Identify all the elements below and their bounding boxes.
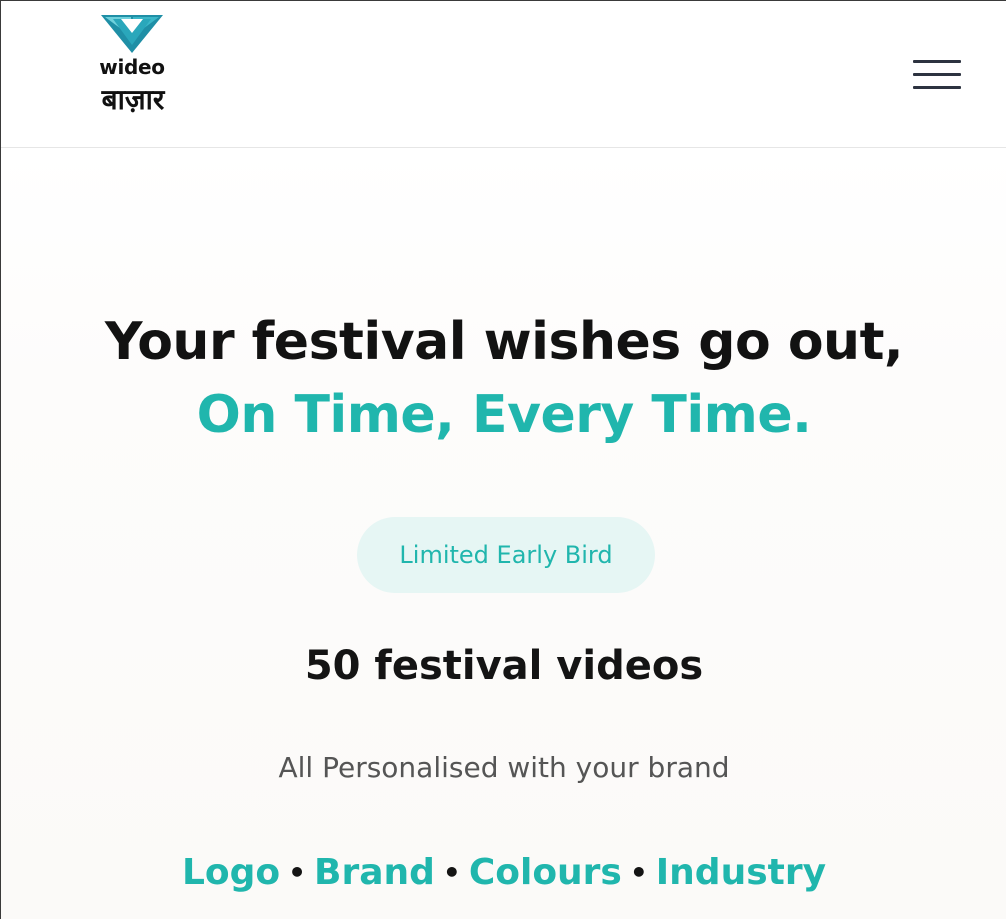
offer-tagline: All Personalised with your brand <box>278 751 730 784</box>
site-header: wideo बाज़ार <box>1 1 1006 148</box>
logo-mark-icon <box>101 15 163 53</box>
feature-brand: Brand <box>314 852 435 893</box>
feature-colours: Colours <box>468 852 622 893</box>
feature-logo: Logo <box>181 852 281 893</box>
brand-logo[interactable]: wideo बाज़ार <box>81 13 185 117</box>
svg-text:बाज़ार: बाज़ार <box>101 83 166 116</box>
early-bird-badge[interactable]: Limited Early Bird <box>357 517 655 593</box>
separator-dot: • <box>442 856 461 889</box>
feature-list: Logo • Brand • Colours • Industry <box>1 848 1006 898</box>
logo-wordmark: wideo <box>99 55 165 79</box>
separator-dot: • <box>288 856 307 889</box>
offer-title: 50 festival videos <box>304 643 704 689</box>
hero-headline: Your festival wishes go out, <box>104 312 904 372</box>
hero-section: Your festival wishes go out, On Time, Ev… <box>1 148 1006 919</box>
hamburger-menu-icon[interactable] <box>901 55 971 95</box>
logo-hindi-wordmark: बाज़ार <box>101 83 166 116</box>
hero-headline-accent: On Time, Every Time. <box>196 385 812 445</box>
page: wideo बाज़ार Your festival wishes go out… <box>0 0 1006 919</box>
feature-industry: Industry <box>655 852 827 893</box>
separator-dot: • <box>629 856 648 889</box>
